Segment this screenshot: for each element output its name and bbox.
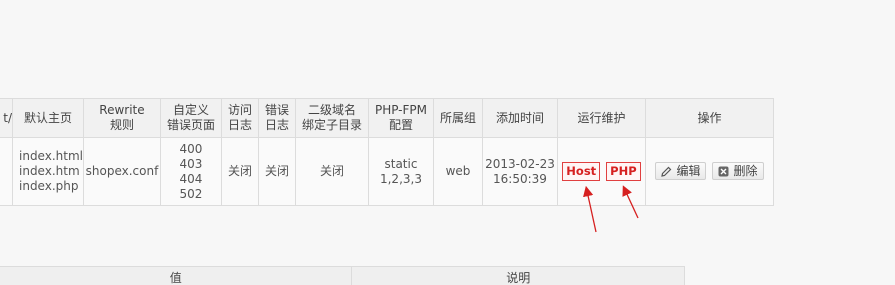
- header-access-log-line1: 访问: [227, 103, 252, 117]
- header-default-page: 默认主页: [12, 98, 84, 138]
- lower-header-value: 值: [0, 267, 353, 285]
- table-header-row: t/ 默认主页 Rewrite 规则 自定义 错误页面 访问 日志 错误 日志: [0, 98, 774, 138]
- added-time: 16:50:39: [493, 171, 547, 186]
- lower-table-header: 值 说明: [0, 266, 685, 285]
- pencil-icon: [661, 166, 672, 177]
- header-rewrite: Rewrite 规则: [82, 98, 161, 138]
- delete-label: 删除: [733, 164, 758, 179]
- header-rewrite-line2: 规则: [109, 118, 134, 132]
- delete-button[interactable]: 删除: [712, 162, 764, 181]
- cell-added-time: 2013-02-23 16:50:39: [481, 137, 558, 206]
- header-custom-error-page: 自定义 错误页面: [159, 98, 222, 138]
- php-fpm-values: 1,2,3,3: [379, 171, 422, 186]
- cell-error-log: 关闭: [257, 137, 296, 206]
- site-list-table: t/ 默认主页 Rewrite 规则 自定义 错误页面 访问 日志 错误 日志: [0, 98, 774, 206]
- cell-group: web: [432, 137, 483, 206]
- header-group: 所属组: [432, 98, 483, 138]
- cell-subdomain: 关闭: [294, 137, 369, 206]
- header-subdomain-line1: 二级域名: [307, 103, 356, 117]
- header-access-log-line2: 日志: [227, 118, 252, 132]
- cell-maintenance: Host PHP: [556, 137, 646, 206]
- default-page-item: index.php: [19, 179, 79, 193]
- header-php-fpm-line2: 配置: [388, 118, 413, 132]
- close-circle-icon: [718, 166, 729, 177]
- error-page-item: 404: [179, 171, 203, 186]
- header-error-log: 错误 日志: [257, 98, 296, 138]
- header-php-fpm: PHP-FPM 配置: [367, 98, 434, 138]
- cell-access-log: 关闭: [220, 137, 259, 206]
- header-rewrite-line1: Rewrite: [99, 103, 145, 117]
- header-php-fpm-line1: PHP-FPM: [374, 103, 428, 117]
- header-subdomain: 二级域名 绑定子目录: [294, 98, 369, 138]
- edit-label: 编辑: [676, 164, 701, 179]
- cell-rewrite: shopex.conf: [82, 137, 161, 206]
- header-actions: 操作: [644, 98, 774, 138]
- table-row: index.html index.htm index.php shopex.co…: [0, 137, 774, 206]
- php-button[interactable]: PHP: [606, 162, 641, 181]
- host-button[interactable]: Host: [562, 162, 601, 181]
- default-page-item: index.htm: [19, 164, 80, 178]
- edit-button[interactable]: 编辑: [655, 162, 707, 181]
- error-page-item: 400: [179, 141, 203, 156]
- header-subdomain-line2: 绑定子目录: [301, 118, 362, 132]
- header-prev-column: t/: [0, 98, 13, 138]
- header-custom-error-line2: 错误页面: [166, 118, 215, 132]
- header-error-log-line2: 日志: [264, 118, 289, 132]
- header-error-log-line1: 错误: [264, 103, 289, 117]
- header-added-time: 添加时间: [481, 98, 558, 138]
- header-maintenance: 运行维护: [556, 98, 646, 138]
- cell-default-pages: index.html index.htm index.php: [12, 137, 84, 206]
- added-date: 2013-02-23: [485, 156, 555, 171]
- header-access-log: 访问 日志: [220, 98, 259, 138]
- error-page-item: 502: [179, 186, 203, 201]
- header-custom-error-line1: 自定义: [172, 103, 209, 117]
- cell-prev-column: [0, 137, 13, 206]
- cell-php-fpm: static 1,2,3,3: [367, 137, 434, 206]
- cell-error-pages: 400 403 404 502: [159, 137, 222, 206]
- php-fpm-mode: static: [384, 156, 418, 171]
- site-list-table-wrapper: t/ 默认主页 Rewrite 规则 自定义 错误页面 访问 日志 错误 日志: [0, 98, 774, 206]
- lower-header-description: 说明: [352, 267, 685, 285]
- default-page-item: index.html: [19, 149, 83, 163]
- error-page-item: 403: [179, 156, 203, 171]
- cell-actions: 编辑 删除: [644, 137, 774, 206]
